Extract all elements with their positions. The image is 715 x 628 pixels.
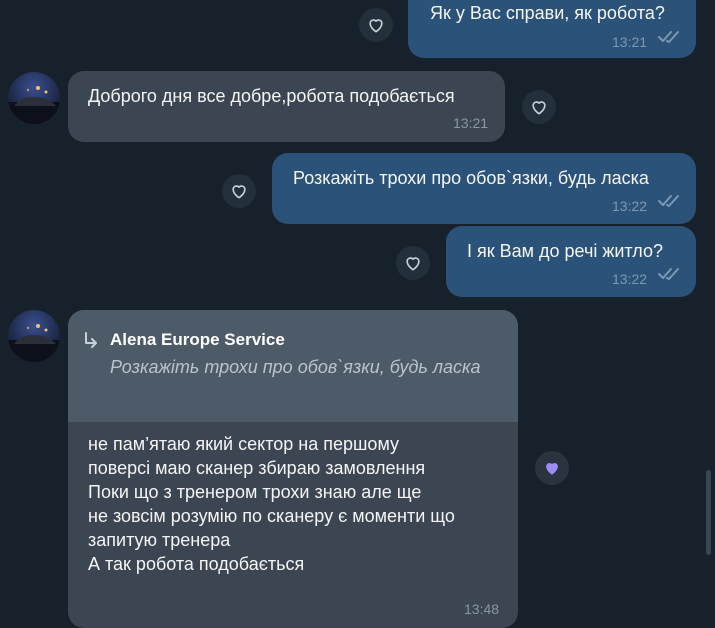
avatar[interactable] (8, 310, 60, 362)
message-outgoing[interactable]: Розкажіть трохи про обов`язки, будь ласк… (272, 153, 696, 224)
scrollbar[interactable] (706, 470, 711, 555)
reaction-button-active[interactable] (535, 451, 569, 485)
reaction-button[interactable] (359, 8, 393, 42)
double-check-icon (658, 31, 679, 43)
avatar-photo (8, 310, 60, 362)
message-text: не пам’ятаю який сектор на першому повер… (88, 432, 455, 576)
message-time: 13:22 (612, 198, 648, 214)
reply-author: Alena Europe Service (110, 330, 285, 349)
message-time: 13:48 (464, 601, 500, 617)
message-outgoing[interactable]: Як у Вас справи, як робота? 13:21 (408, 0, 696, 58)
heart-outline-icon (532, 101, 546, 115)
double-check-icon (658, 268, 679, 280)
message-line: не зовсім розумію по сканеру є моменти щ… (88, 506, 455, 526)
message-outgoing[interactable]: І як Вам до речі житло? 13:22 (446, 226, 696, 297)
message-incoming[interactable]: Доброго дня все добре,робота подобається… (68, 71, 505, 142)
reaction-button[interactable] (522, 90, 556, 124)
message-line: А так робота подобається (88, 554, 305, 574)
message-incoming[interactable]: Alena Europe Service Розкажіть трохи про… (68, 310, 518, 628)
message-text: І як Вам до речі житло? (467, 241, 664, 261)
reaction-button[interactable] (396, 246, 430, 280)
message-line: запитую тренера (88, 530, 231, 550)
double-check-icon (658, 195, 679, 207)
reply-arrow-icon (85, 332, 97, 348)
message-time: 13:22 (612, 271, 648, 287)
heart-outline-icon (369, 19, 383, 33)
message-line: поверсі маю сканер збираю замовлення (88, 458, 426, 478)
message-text: Як у Вас справи, як робота? (430, 3, 665, 23)
message-time: 13:21 (612, 34, 648, 50)
heart-outline-icon (406, 257, 420, 271)
message-time: 13:21 (453, 115, 489, 131)
heart-filled-icon (546, 463, 558, 475)
reply-quote: Розкажіть трохи про обов`язки, будь ласк… (110, 357, 481, 377)
message-text: Доброго дня все добре,робота подобається (88, 86, 455, 106)
reply-preview[interactable]: Alena Europe Service Розкажіть трохи про… (68, 310, 518, 422)
heart-outline-icon (232, 185, 246, 199)
message-line: не пам’ятаю який сектор на першому (88, 434, 400, 454)
avatar[interactable] (8, 72, 60, 124)
message-line: Поки що з тренером трохи знаю але ще (88, 482, 422, 502)
reaction-button[interactable] (222, 174, 256, 208)
chat-history: Як у Вас справи, як робота? 13:21 Доброг… (0, 0, 715, 628)
avatar-photo (8, 72, 60, 124)
message-text: Розкажіть трохи про обов`язки, будь ласк… (293, 168, 649, 188)
